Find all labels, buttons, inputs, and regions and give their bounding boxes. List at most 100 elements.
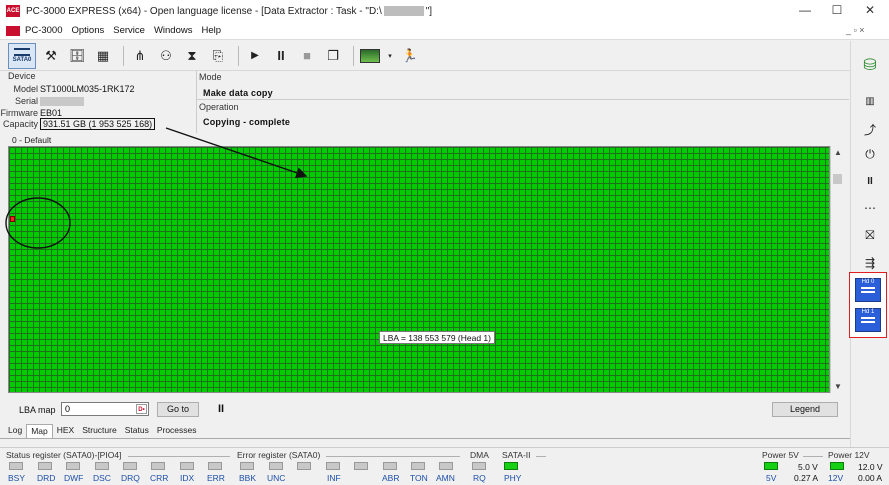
- sata-title: SATA-II: [502, 450, 531, 460]
- led-drd: [38, 462, 52, 470]
- firmware-row: Firmware EB01: [0, 108, 63, 118]
- maximize-button[interactable]: ☐: [827, 3, 847, 17]
- power12-voltage: 12.0 V: [858, 462, 883, 472]
- drive-info-icon[interactable]: 🗄: [66, 45, 88, 67]
- image-icon[interactable]: [359, 45, 381, 67]
- map-section-label: 0 - Default: [12, 135, 52, 145]
- mode-header: Mode: [199, 72, 222, 82]
- pause-icon[interactable]: II: [270, 45, 292, 67]
- step-icon[interactable]: ⤴: [859, 119, 881, 139]
- tab-structure[interactable]: Structure: [78, 424, 121, 438]
- tab-hex[interactable]: HEX: [53, 424, 78, 438]
- tab-log[interactable]: Log: [4, 424, 26, 438]
- bad-sector-block[interactable]: [10, 216, 15, 222]
- head-0-button[interactable]: Hd 0: [855, 278, 881, 302]
- sata0-port-button[interactable]: SATA0: [8, 42, 36, 69]
- menu-bar: PC-3000 Options Service Windows Help _ ▫…: [0, 22, 889, 40]
- binary-icon[interactable]: ⋯: [859, 198, 881, 218]
- led-bbk: [240, 462, 254, 470]
- tab-map[interactable]: Map: [26, 424, 53, 438]
- mdi-controls[interactable]: _ ▫ ×: [846, 25, 864, 35]
- export-icon[interactable]: ⎘: [207, 45, 229, 67]
- right-pause-icon[interactable]: II: [859, 171, 881, 191]
- led-phy: [504, 462, 518, 470]
- bottom-tabs: Log Map HEX Structure Status Processes: [4, 424, 201, 438]
- menu-windows[interactable]: Windows: [154, 25, 193, 36]
- main-toolbar: SATA0 ⚒ 🗄 ▦ ⋔ ⚇ ⧗ ⎘ ▶ II ■ ❐ ▾ 🏃: [0, 41, 850, 71]
- binoculars-icon[interactable]: ⚇: [155, 45, 177, 67]
- bit-label-inf: INF: [327, 473, 341, 483]
- led-err4: [354, 462, 368, 470]
- bit-label-dsc: DSC: [93, 473, 111, 483]
- menu-options[interactable]: Options: [72, 25, 105, 36]
- menu-help[interactable]: Help: [201, 25, 221, 36]
- reset-icon[interactable]: ▥: [859, 91, 881, 111]
- bit-label-err: ERR: [207, 473, 225, 483]
- legend-button[interactable]: Legend: [772, 402, 838, 417]
- map-scrollbar[interactable]: ▲ ▼: [830, 146, 844, 393]
- head-selector-highlight: Hd 0 Hd 1: [849, 272, 887, 338]
- menu-service[interactable]: Service: [113, 25, 145, 36]
- operation-value: Copying - complete: [203, 117, 291, 127]
- dropdown-icon[interactable]: ▾: [385, 45, 395, 67]
- menu-pc3000[interactable]: PC-3000: [25, 25, 63, 36]
- map-pause-button[interactable]: II: [218, 403, 224, 415]
- bit-label-drd: DRD: [37, 473, 56, 483]
- percent-icon[interactable]: ▦: [92, 45, 114, 67]
- cable-icon[interactable]: ⇶: [859, 253, 881, 273]
- led-unc: [269, 462, 283, 470]
- status-register-title: Status register (SATA0)-[PIO4]: [6, 450, 122, 460]
- title-bar: ACE PC-3000 EXPRESS (x64) - Open languag…: [0, 0, 889, 22]
- goto-button[interactable]: Go to: [157, 402, 199, 417]
- led-inf: [326, 462, 340, 470]
- bit-label-rq: RQ: [473, 473, 486, 483]
- device-panel: Device Model ST1000LM035-1RK172 Serial Fi…: [1, 71, 194, 133]
- app-logo-icon: ACE: [6, 5, 20, 17]
- led-idx: [180, 462, 194, 470]
- led-drq: [123, 462, 137, 470]
- power12-led-label: 12V: [828, 473, 844, 483]
- play-icon[interactable]: ▶: [244, 45, 266, 67]
- stop-icon[interactable]: ■: [296, 45, 318, 67]
- status-register-line: [128, 456, 230, 457]
- bit-label-abr: ABR: [382, 473, 400, 483]
- serial-row: Serial: [0, 96, 84, 107]
- copy-icon[interactable]: ❐: [322, 45, 344, 67]
- power5-led-label: 5V: [766, 473, 777, 483]
- power5-voltage: 5.0 V: [798, 462, 818, 472]
- led-err2: [297, 462, 311, 470]
- head-1-button[interactable]: Hd 1: [855, 308, 881, 332]
- power5-title: Power 5V: [762, 450, 799, 460]
- minimize-button[interactable]: —: [795, 3, 815, 17]
- lba-map-grid[interactable]: [8, 146, 830, 393]
- tree-icon[interactable]: ⋔: [129, 45, 151, 67]
- led-dwf: [66, 462, 80, 470]
- tab-status[interactable]: Status: [121, 424, 153, 438]
- runner-icon[interactable]: 🏃: [399, 45, 421, 67]
- bit-label-phy: PHY: [504, 473, 522, 483]
- operation-header: Operation: [199, 102, 239, 112]
- bit-label-amn: AMN: [436, 473, 455, 483]
- hourglass-icon[interactable]: ⧗: [181, 45, 203, 67]
- led-ton: [411, 462, 425, 470]
- scroll-thumb[interactable]: [833, 174, 842, 184]
- dec-hex-toggle-icon[interactable]: D•: [136, 404, 147, 414]
- drive-green-icon[interactable]: ⛁: [859, 55, 881, 75]
- bit-label-bbk: BBK: [239, 473, 257, 483]
- window-title: PC-3000 EXPRESS (x64) - Open language li…: [26, 5, 433, 17]
- bit-label-bsy: BSY: [8, 473, 26, 483]
- toolbar-divider: [238, 45, 239, 66]
- lba-tooltip: LBA = 138 553 579 (Head 1): [379, 331, 495, 344]
- mode-divider: [197, 99, 849, 100]
- tab-processes[interactable]: Processes: [153, 424, 201, 438]
- led-power12: [830, 462, 844, 470]
- drive-remove-icon[interactable]: ⛝: [859, 225, 881, 245]
- scroll-up-icon[interactable]: ▲: [831, 148, 845, 157]
- close-button[interactable]: ✕: [860, 3, 880, 17]
- power-cycle-icon[interactable]: ⏻: [859, 144, 881, 164]
- toolbar-divider: [123, 45, 124, 66]
- tools-icon[interactable]: ⚒: [40, 45, 62, 67]
- bit-label-ton: TON: [410, 473, 428, 483]
- led-crr: [151, 462, 165, 470]
- scroll-down-icon[interactable]: ▼: [831, 382, 845, 391]
